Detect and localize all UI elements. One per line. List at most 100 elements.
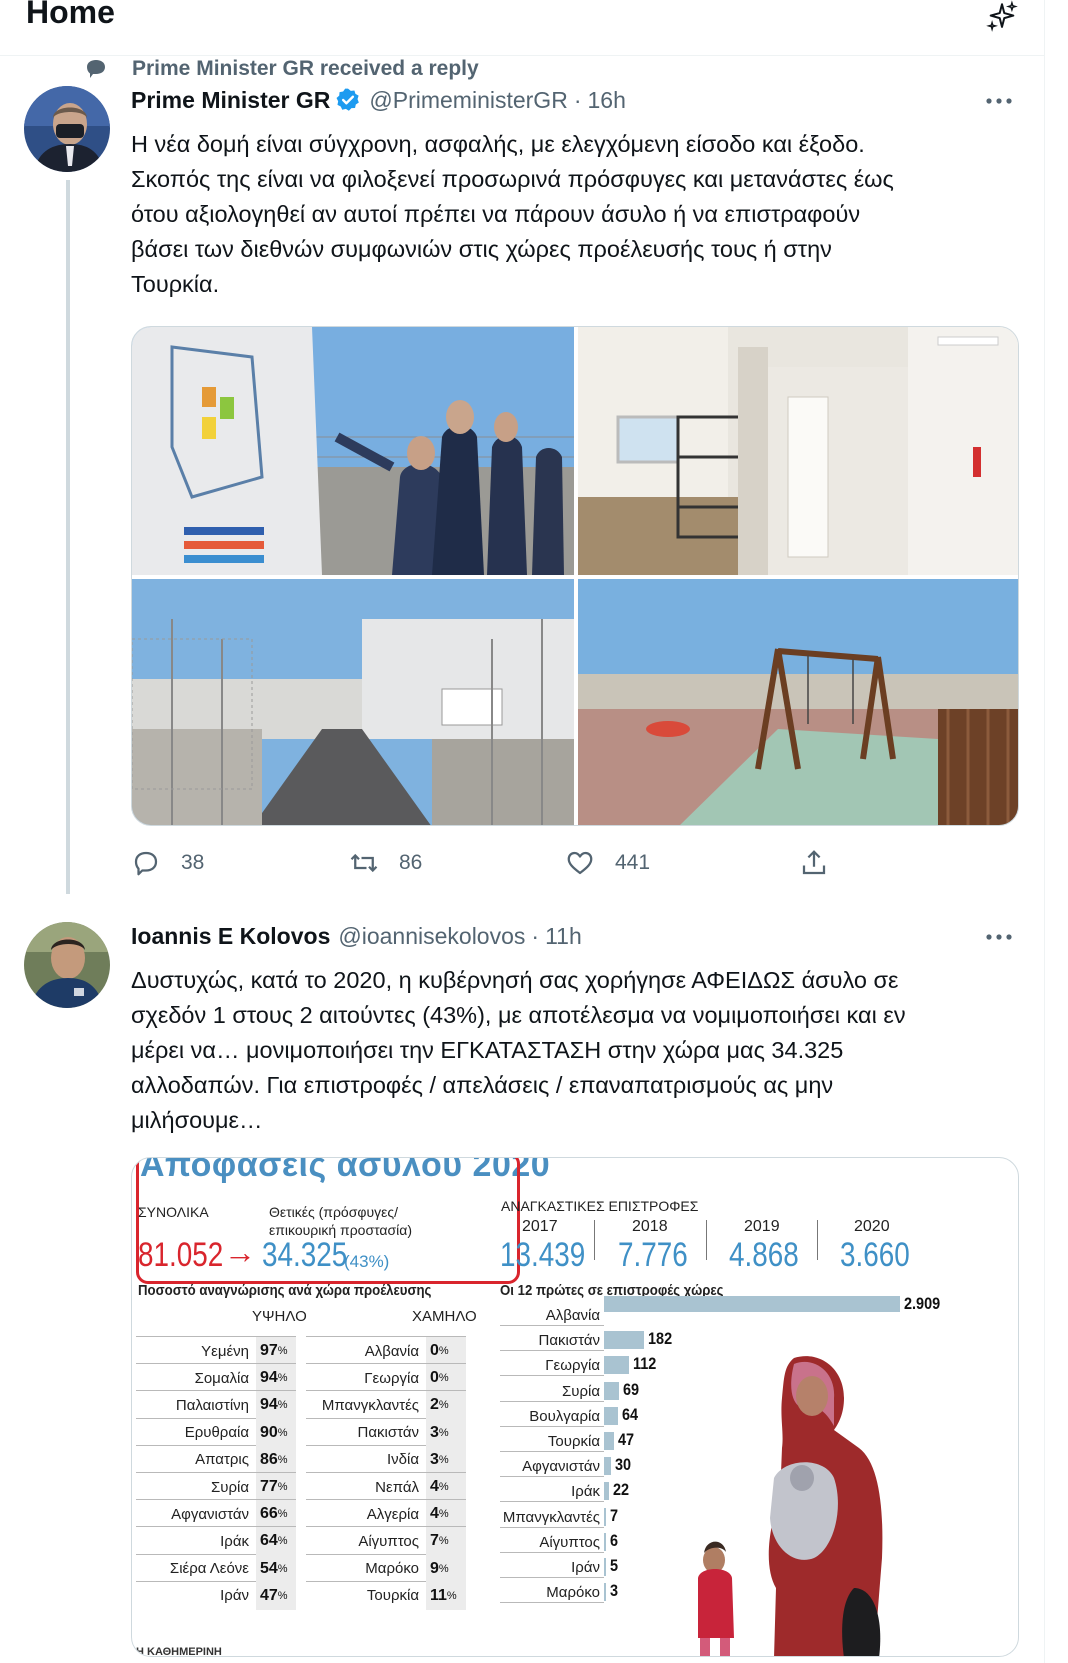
author-handle[interactable]: @ioannisekolovos bbox=[338, 923, 525, 950]
percent-value: 90 bbox=[260, 1423, 278, 1441]
percent-symbol: % bbox=[277, 1562, 288, 1575]
infographic-image[interactable]: Αποφάσεις ασύλου 2020 ΣΥΝΟΛΙΚΑ Θετικές (… bbox=[131, 1157, 1019, 1657]
recognition-percent: 94% bbox=[256, 1363, 296, 1393]
recognition-percent: 4% bbox=[426, 1499, 466, 1529]
bar-baseline bbox=[500, 1551, 604, 1553]
avatar-photo bbox=[24, 86, 110, 172]
percent-symbol: % bbox=[277, 1508, 288, 1521]
table-row: Μαρόκο 9% bbox=[306, 1553, 466, 1584]
recognition-percent: 9% bbox=[426, 1554, 466, 1584]
heart-icon bbox=[567, 851, 593, 875]
bar-value: 6 bbox=[610, 1530, 619, 1550]
percent-symbol: % bbox=[438, 1562, 449, 1575]
bar bbox=[604, 1583, 606, 1602]
bar-baseline bbox=[500, 1325, 604, 1326]
dot-separator: · bbox=[531, 922, 540, 949]
tweet-text-line: αλλοδαπών. Για επιστροφές / απελάσεις / … bbox=[131, 1072, 834, 1098]
table-row: Γεωργία 0% bbox=[306, 1363, 466, 1393]
author-name[interactable]: Prime Minister GR bbox=[131, 87, 330, 114]
recognition-percent: 0% bbox=[426, 1363, 466, 1393]
like-button[interactable]: 441 bbox=[565, 848, 650, 878]
timestamp[interactable]: 11h bbox=[545, 923, 582, 950]
bar-value: 69 bbox=[623, 1379, 640, 1399]
bar bbox=[604, 1331, 644, 1350]
table-row: Νεπάλ 4% bbox=[306, 1472, 466, 1502]
percent-symbol: % bbox=[277, 1481, 288, 1493]
recognition-percent: 3% bbox=[426, 1445, 466, 1475]
table-row: Απατρις 86% bbox=[136, 1444, 296, 1475]
photo-playground[interactable] bbox=[578, 579, 1018, 825]
percent-symbol: % bbox=[438, 1345, 449, 1357]
recognition-percent: 64% bbox=[256, 1526, 296, 1556]
photo-container-road[interactable] bbox=[132, 579, 574, 825]
author-handle[interactable]: @PrimeministerGR bbox=[369, 87, 567, 114]
recognition-percent: 7% bbox=[426, 1526, 466, 1556]
bar-value: 182 bbox=[648, 1329, 673, 1349]
reply-button[interactable]: 38 bbox=[131, 848, 204, 878]
tweet-text: Η νέα δομή είναι σύγχρονη, ασφαλής, με ε… bbox=[131, 127, 1031, 302]
divider bbox=[817, 1220, 818, 1260]
percent-symbol: % bbox=[438, 1508, 449, 1521]
bar-label: Πακιστάν bbox=[538, 1332, 600, 1350]
country-name: Αλγερία bbox=[366, 1505, 419, 1523]
table-row: Αίγυπτος 7% bbox=[306, 1526, 466, 1556]
percent-symbol: % bbox=[438, 1426, 449, 1439]
recognition-percent: 4% bbox=[426, 1472, 466, 1502]
bar-label: Γεωργία bbox=[545, 1357, 600, 1375]
social-context[interactable]: Prime Minister GR received a reply bbox=[84, 54, 479, 84]
tweet-actions: 38 86 441 bbox=[131, 848, 891, 884]
more-options-icon[interactable] bbox=[984, 96, 1014, 106]
returns-value: 3.660 bbox=[840, 1236, 910, 1274]
column-border bbox=[1044, 0, 1045, 1663]
country-name: Σιέρα Λεόνε bbox=[169, 1560, 249, 1578]
high-column-header: ΥΨΗΛΟ bbox=[252, 1308, 307, 1325]
table-row: Πακιστάν 3% bbox=[306, 1417, 466, 1448]
photo-site-visit[interactable] bbox=[132, 327, 574, 575]
avatar[interactable] bbox=[24, 922, 110, 1008]
bar-baseline bbox=[500, 1577, 604, 1578]
country-name: Ινδία bbox=[386, 1451, 419, 1469]
country-name: Τουρκία bbox=[366, 1587, 419, 1605]
country-name: Αλβανία bbox=[364, 1342, 419, 1360]
tweet-header: Prime Minister GR @PrimeministerGR · 16h bbox=[131, 83, 626, 117]
recognition-percent: 54% bbox=[256, 1554, 296, 1584]
bar-label: Βουλγαρία bbox=[529, 1407, 600, 1425]
percent-symbol: % bbox=[277, 1399, 288, 1412]
percent-value: 9 bbox=[430, 1559, 439, 1577]
percent-value: 4 bbox=[430, 1478, 439, 1495]
percent-value: 66 bbox=[260, 1505, 278, 1523]
timestamp[interactable]: 16h bbox=[587, 87, 625, 114]
tweet-text-line: Η νέα δομή είναι σύγχρονη, ασφαλής, με ε… bbox=[131, 131, 865, 157]
country-name: Γεωργία bbox=[364, 1369, 419, 1387]
country-name: Αίγυπτος bbox=[358, 1532, 419, 1550]
low-column-header: ΧΑΜΗΛΟ bbox=[412, 1308, 477, 1325]
bar bbox=[604, 1532, 606, 1551]
recognition-percent: 94% bbox=[256, 1390, 296, 1420]
retweet-button[interactable]: 86 bbox=[349, 848, 422, 878]
table-row: Ιράν 47% bbox=[136, 1580, 296, 1611]
percent-value: 64 bbox=[260, 1532, 278, 1550]
table-row: Μπανγκλαντές 2% bbox=[306, 1390, 466, 1420]
returns-value: 7.776 bbox=[618, 1236, 688, 1274]
percent-value: 11 bbox=[430, 1586, 447, 1604]
percent-symbol: % bbox=[277, 1535, 288, 1548]
photo-interior-room[interactable] bbox=[578, 327, 1018, 575]
author-name[interactable]: Ioannis E Kolovos bbox=[131, 923, 330, 950]
bar-value: 22 bbox=[612, 1480, 629, 1500]
table-row: Τουρκία 11% bbox=[306, 1580, 466, 1611]
bar-value: 64 bbox=[622, 1404, 639, 1424]
share-button[interactable] bbox=[799, 848, 849, 878]
bar bbox=[604, 1507, 606, 1526]
avatar[interactable] bbox=[24, 86, 110, 172]
sparkle-icon[interactable] bbox=[985, 0, 1019, 34]
tweet-header: Ioannis E Kolovos @ioannisekolovos · 11h bbox=[131, 919, 582, 953]
bar-label: Συρία bbox=[561, 1382, 600, 1400]
tweet-text-line: Σκοπός της είναι να φιλοξενεί προσωρινά … bbox=[131, 166, 894, 192]
more-options-icon[interactable] bbox=[984, 932, 1014, 942]
bar bbox=[604, 1432, 615, 1450]
bar bbox=[604, 1381, 620, 1400]
speech-bubble-icon bbox=[87, 60, 105, 78]
country-name: Πακιστάν bbox=[357, 1424, 419, 1442]
percent-value: 94 bbox=[260, 1396, 278, 1414]
bar-value: 2.909 bbox=[904, 1294, 941, 1313]
